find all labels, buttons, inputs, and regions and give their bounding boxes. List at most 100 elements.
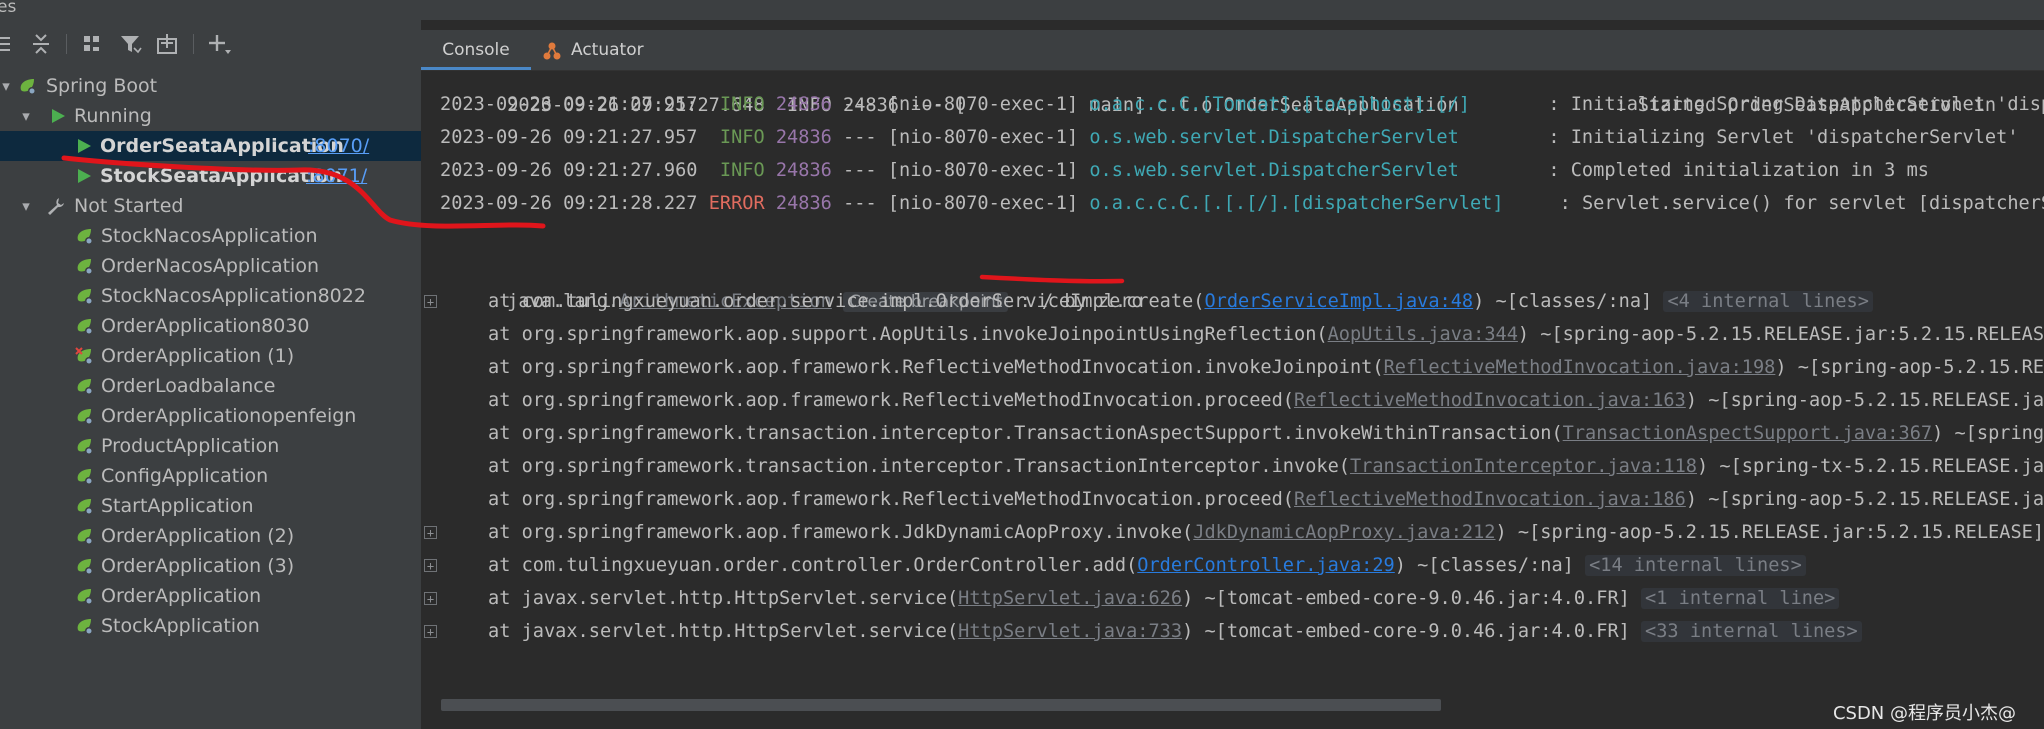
fold-expand-icon[interactable]: +	[424, 625, 437, 638]
toolbar-separator	[66, 34, 67, 54]
tree-item-app[interactable]: OrderNacosApplication	[0, 251, 421, 281]
run-icon	[52, 109, 65, 123]
filter-icon[interactable]	[117, 31, 143, 57]
tree-group-running[interactable]: ▾ Running	[0, 101, 421, 131]
stack-frame: at org.springframework.aop.support.AopUt…	[488, 318, 2044, 351]
stack-jar: ) ~[spring-tx-5.2.15.RELEASE.jar:5.2.15.…	[1932, 423, 2044, 444]
actuator-icon	[543, 42, 561, 60]
tree-item-app[interactable]: OrderApplication (3)	[0, 551, 421, 581]
tree-label: OrderApplication (1)	[101, 345, 295, 367]
source-link[interactable]: TransactionAspectSupport.java:367	[1563, 423, 1932, 444]
tree-label: Not Started	[74, 195, 184, 217]
spring-boot-error-icon	[75, 347, 93, 365]
source-link[interactable]: HttpServlet.java:733	[958, 621, 1182, 642]
spring-boot-icon	[77, 499, 93, 515]
horizontal-scrollbar[interactable]	[441, 699, 1441, 711]
port-link[interactable]: :8071/	[306, 161, 367, 191]
tree-item-app[interactable]: OrderApplication	[0, 581, 421, 611]
tree-item-app[interactable]: OrderApplicationopenfeign	[0, 401, 421, 431]
add-service-icon[interactable]	[155, 31, 181, 57]
source-link[interactable]: OrderServiceImpl.java:48	[1204, 291, 1473, 312]
log-message: : Servlet.service() for servlet [dispatc…	[1559, 193, 2044, 214]
stack-frame: at org.springframework.transaction.inter…	[488, 450, 2044, 483]
tab-actuator[interactable]: Actuator	[541, 30, 644, 70]
tree-item-app[interactable]: ConfigApplication	[0, 461, 421, 491]
source-link[interactable]: ReflectiveMethodInvocation.java:198	[1384, 357, 1776, 378]
tree-label: StartApplication	[101, 495, 254, 517]
stack-jar: ) ~[spring-aop-5.2.15.RELEASE.jar:5.2.15…	[1685, 489, 2044, 510]
internal-lines-toggle[interactable]: <14 internal lines>	[1585, 555, 1806, 576]
fold-expand-icon[interactable]: +	[424, 526, 437, 539]
chevron-down-icon[interactable]: ▾	[18, 101, 34, 131]
internal-lines-toggle[interactable]: <4 internal lines>	[1663, 291, 1873, 312]
source-link[interactable]: JdkDynamicAopProxy.java:212	[1193, 522, 1495, 543]
tree-item-app[interactable]: OrderApplication (1)	[0, 341, 421, 371]
internal-lines-toggle[interactable]: <1 internal line>	[1641, 588, 1840, 609]
stack-method: at javax.servlet.http.HttpServlet.servic…	[488, 621, 959, 642]
tree-item-app[interactable]: OrderApplication8030	[0, 311, 421, 341]
source-link[interactable]: AopUtils.java:344	[1328, 324, 1518, 345]
tree-label: ProductApplication	[101, 435, 280, 457]
source-link[interactable]: OrderController.java:29	[1137, 555, 1394, 576]
internal-lines-toggle[interactable]: <33 internal lines>	[1641, 621, 1862, 642]
active-tab-indicator	[421, 67, 531, 70]
spring-boot-icon	[77, 259, 93, 275]
tree-item-app[interactable]: StockApplication	[0, 611, 421, 641]
tree-item-app[interactable]: OrderApplication (2)	[0, 521, 421, 551]
spring-boot-icon	[77, 619, 93, 635]
toolbar-separator	[193, 34, 194, 54]
log-message: : Initializing Spring DispatcherServlet …	[1548, 94, 2044, 115]
log-separator: ---	[843, 193, 877, 214]
stack-method: at com.tulingxueyuan.order.controller.Or…	[488, 555, 1138, 576]
log-thread: [nio-8070-exec-1]	[887, 94, 1079, 115]
collapse-all-icon[interactable]	[28, 31, 54, 57]
window-title: es	[0, 0, 17, 17]
port-link[interactable]: :8070/	[308, 131, 369, 161]
log-message: : Completed initialization in 3 ms	[1548, 160, 1929, 181]
fold-expand-icon[interactable]: +	[424, 592, 437, 605]
tree-item-stock-seata-application[interactable]: StockSeataApplication :8071/	[0, 161, 421, 191]
tree-label: Running	[74, 105, 152, 127]
log-separator: ---	[843, 94, 877, 115]
stack-method: at javax.servlet.http.HttpServlet.servic…	[488, 588, 959, 609]
tree-group-spring-boot[interactable]: ▾ Spring Boot	[0, 71, 421, 101]
stack-jar: ) ~[classes/:na]	[1473, 291, 1664, 312]
fold-expand-icon[interactable]: +	[424, 295, 437, 308]
stack-jar: ) ~[spring-aop-5.2.15.RELEASE.jar:5.2.15…	[1775, 357, 2044, 378]
spring-boot-icon	[77, 289, 93, 305]
tree-item-app[interactable]: StockNacosApplication	[0, 221, 421, 251]
tree-label: OrderLoadbalance	[101, 375, 276, 397]
spring-boot-icon	[77, 439, 93, 455]
fold-expand-icon[interactable]: +	[424, 559, 437, 572]
console-output[interactable]: 2023-09-26 09:21:27.648 INFO 24836 --- […	[421, 71, 2044, 711]
log-timestamp: 2023-09-26 09:21:27.957	[440, 127, 698, 148]
tree-label: OrderApplication	[101, 585, 262, 607]
group-icon[interactable]	[79, 31, 105, 57]
expand-all-icon[interactable]	[0, 31, 18, 57]
source-link[interactable]: HttpServlet.java:626	[958, 588, 1182, 609]
source-link[interactable]: ReflectiveMethodInvocation.java:186	[1294, 489, 1686, 510]
source-link[interactable]: TransactionInterceptor.java:118	[1350, 456, 1697, 477]
log-pid: 24836	[775, 193, 832, 214]
stack-jar: ) ~[spring-aop-5.2.15.RELEASE.jar:5.2.15…	[1685, 390, 2044, 411]
log-logger: o.s.web.servlet.DispatcherServlet	[1089, 127, 1538, 148]
add-icon[interactable]	[206, 31, 232, 57]
log-level: ERROR	[708, 193, 765, 214]
tree-item-app[interactable]: StockNacosApplication8022	[0, 281, 421, 311]
log-pid: 24836	[775, 127, 832, 148]
spring-boot-icon	[77, 319, 93, 335]
source-link[interactable]: ReflectiveMethodInvocation.java:163	[1294, 390, 1686, 411]
tree-group-not-started[interactable]: ▾ Not Started	[0, 191, 421, 221]
chevron-down-icon[interactable]: ▾	[18, 191, 34, 221]
tab-console[interactable]: Console	[421, 30, 531, 70]
tree-item-app[interactable]: ProductApplication	[0, 431, 421, 461]
stack-method: at org.springframework.aop.framework.Ref…	[488, 489, 1294, 510]
tree-label: Spring Boot	[46, 75, 158, 97]
log-thread: [nio-8070-exec-1]	[887, 127, 1079, 148]
stack-jar: ) ~[spring-aop-5.2.15.RELEASE.jar:5.2.15…	[1517, 324, 2044, 345]
log-logger: o.s.web.servlet.DispatcherServlet	[1089, 160, 1538, 181]
chevron-down-icon[interactable]: ▾	[0, 71, 14, 101]
tree-item-order-seata-application[interactable]: OrderSeataApplication :8070/	[0, 131, 421, 161]
tree-item-app[interactable]: OrderLoadbalance	[0, 371, 421, 401]
tree-item-app[interactable]: StartApplication	[0, 491, 421, 521]
